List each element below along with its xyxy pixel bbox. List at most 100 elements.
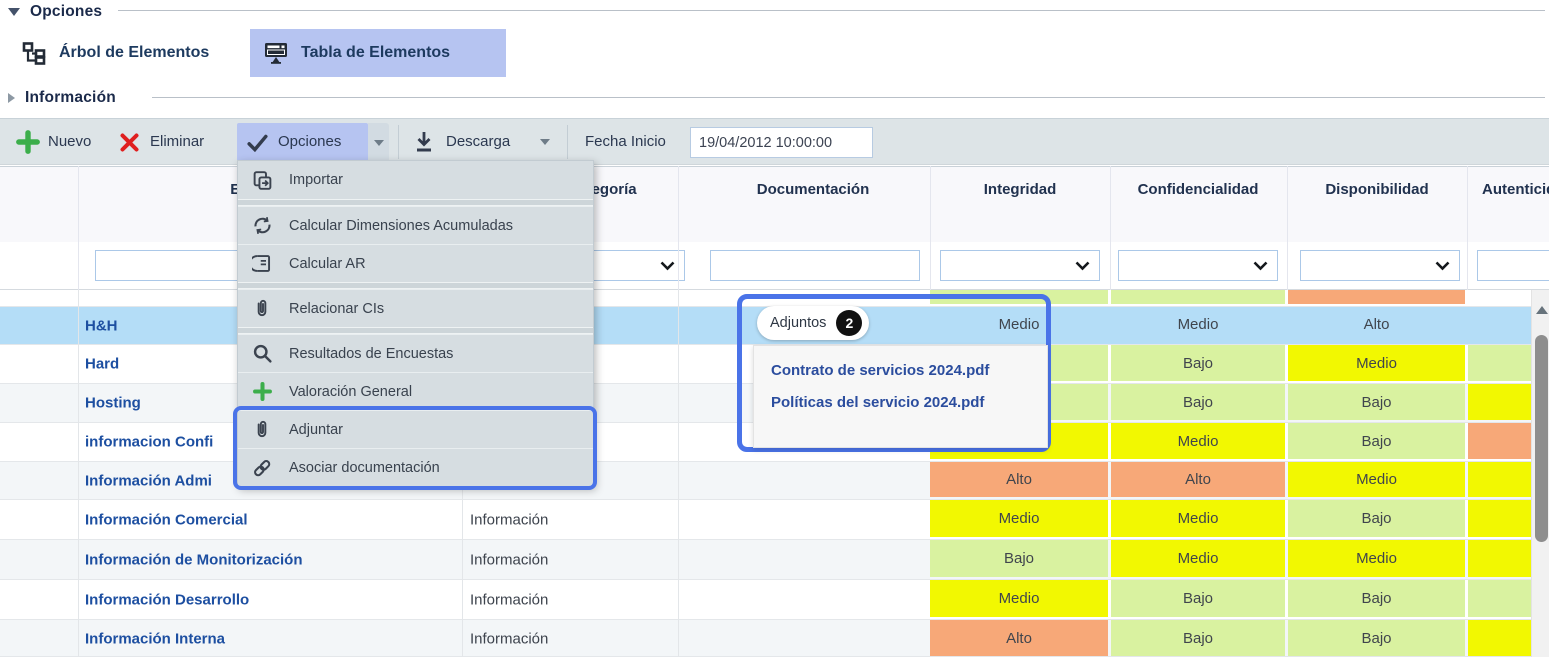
filter-confidencialidad-select[interactable] [1118, 250, 1278, 281]
column-header-documentacion[interactable]: Documentación [757, 181, 870, 198]
tab-arbol-de-elementos[interactable]: Árbol de Elementos [8, 29, 223, 77]
toolbar: Nuevo Eliminar Opciones Descarga Fecha I… [0, 118, 1549, 165]
column-header-autenticidad[interactable]: Autenticidad [1482, 181, 1549, 198]
tab-label: Árbol de Elementos [59, 44, 209, 62]
adjuntos-title: Adjuntos [770, 315, 826, 331]
filter-disponibilidad-select[interactable] [1300, 250, 1460, 281]
element-name[interactable]: Información Admi [85, 472, 212, 489]
element-name[interactable]: Información Desarrollo [85, 591, 249, 608]
scrollbar-thumb[interactable] [1535, 335, 1548, 542]
column-divider [1110, 166, 1111, 290]
opciones-dropdown-arrow[interactable] [368, 123, 389, 162]
column-header-confidencialidad[interactable]: Confidencialidad [1138, 181, 1259, 198]
confidencialidad-cell: Bajo [1111, 384, 1285, 420]
confidencialidad-cell: Bajo [1111, 345, 1285, 381]
disponibilidad-cell [1288, 290, 1465, 304]
element-name[interactable]: Hosting [85, 395, 141, 412]
disponibilidad-cell: Medio [1288, 540, 1465, 577]
menu-item-adjuntar[interactable]: Adjuntar [238, 410, 593, 448]
menu-item-asociar-documentacion[interactable]: Asociar documentación [238, 448, 593, 486]
menu-item-label: Adjuntar [289, 422, 343, 438]
element-name[interactable]: Hard [85, 356, 119, 373]
attachment-link[interactable]: Políticas del servicio 2024.pdf [771, 394, 1047, 411]
table-header: Elemento Categoría Documentación Integri… [0, 166, 1549, 242]
column-header-integridad[interactable]: Integridad [984, 181, 1057, 198]
menu-item-calcular-dimensiones-acumuladas[interactable]: Calcular Dimensiones Acumuladas [238, 206, 593, 244]
confidencialidad-cell: Bajo [1111, 620, 1285, 656]
attachment-link[interactable]: Contrato de servicios 2024.pdf [771, 362, 1047, 379]
collapse-collapsed-icon[interactable] [8, 93, 15, 103]
menu-separator [238, 327, 593, 334]
document-icon [250, 253, 274, 274]
search-icon [250, 343, 274, 364]
column-header-disponibilidad[interactable]: Disponibilidad [1325, 181, 1428, 198]
tab-label: Tabla de Elementos [301, 44, 450, 62]
confidencialidad-cell: Medio [1111, 540, 1285, 577]
disponibilidad-cell: Medio [1288, 345, 1465, 381]
integridad-cell: Medio [930, 580, 1108, 617]
table-row[interactable]: Información Desarrollo Información Medio… [0, 580, 1531, 620]
autenticidad-cell [1468, 620, 1531, 656]
table-row[interactable]: Información Interna Información Alto Baj… [0, 620, 1531, 657]
menu-item-label: Asociar documentación [289, 460, 440, 476]
opciones-button-label: Opciones [278, 133, 341, 150]
menu-item-valoracion-general[interactable]: Valoración General [238, 372, 593, 410]
menu-item-label: Relacionar CIs [289, 301, 384, 317]
categoria-value: Información [470, 591, 548, 608]
disponibilidad-cell: Bajo [1288, 423, 1465, 459]
confidencialidad-cell: Bajo [1111, 580, 1285, 617]
menu-item-relacionar-cis[interactable]: Relacionar CIs [238, 289, 593, 327]
caret-down-icon [374, 140, 384, 146]
nuevo-button[interactable]: Nuevo [48, 133, 91, 150]
chevron-down-icon [1253, 261, 1268, 271]
filter-autenticidad-input[interactable] [1477, 250, 1549, 281]
table-row[interactable]: Información Comercial Información Medio … [0, 500, 1531, 540]
chevron-down-icon [1435, 261, 1450, 271]
fecha-inicio-input[interactable] [690, 127, 873, 158]
sync-icon [250, 215, 274, 236]
integridad-cell: Medio [930, 307, 1108, 342]
confidencialidad-cell [1111, 290, 1285, 304]
chain-link-icon [250, 457, 274, 479]
section-informacion-header: Información [8, 88, 116, 108]
table-row[interactable] [0, 290, 1531, 307]
disponibilidad-cell: Bajo [1288, 580, 1465, 617]
scrollbar-up-arrow-icon[interactable] [1536, 306, 1548, 314]
section-title: Opciones [30, 3, 102, 21]
element-name[interactable]: H&H [85, 317, 118, 334]
column-divider [930, 166, 931, 290]
column-divider [678, 166, 679, 290]
tab-tabla-de-elementos[interactable]: Tabla de Elementos [250, 29, 506, 77]
scrollbar-track[interactable] [1531, 290, 1549, 657]
collapse-expanded-icon[interactable] [8, 8, 20, 16]
opciones-menu-button[interactable]: Opciones [237, 123, 368, 162]
column-divider [1287, 166, 1288, 290]
disponibilidad-cell: Medio [1288, 462, 1465, 497]
caret-down-icon[interactable] [540, 139, 550, 145]
filter-integridad-select[interactable] [940, 250, 1100, 281]
disponibilidad-cell: Bajo [1288, 620, 1465, 656]
section-title: Información [25, 89, 116, 107]
autenticidad-cell [1468, 500, 1531, 537]
integridad-cell: Medio [930, 500, 1108, 537]
element-name[interactable]: Información de Monitorización [85, 551, 303, 568]
autenticidad-cell [1468, 307, 1531, 342]
menu-item-calcular-ar[interactable]: Calcular AR [238, 244, 593, 282]
element-name[interactable]: Información Interna [85, 631, 225, 648]
confidencialidad-cell: Medio [1111, 307, 1285, 342]
eliminar-button[interactable]: Eliminar [150, 133, 204, 150]
table-row[interactable]: Información Admi Alto Alto Medio [0, 462, 1531, 500]
integridad-cell: Bajo [930, 540, 1108, 577]
chevron-down-icon [1075, 261, 1090, 271]
element-name[interactable]: Información Comercial [85, 511, 248, 528]
menu-item-resultados-de-encuestas[interactable]: Resultados de Encuestas [238, 334, 593, 372]
filter-documentacion-input[interactable] [710, 250, 920, 281]
descarga-button[interactable]: Descarga [446, 133, 510, 150]
download-icon [414, 131, 434, 153]
menu-item-importar[interactable]: Importar [238, 161, 593, 199]
autenticidad-cell [1468, 384, 1531, 420]
menu-item-label: Valoración General [289, 384, 412, 400]
monitor-icon [264, 40, 288, 66]
table-row[interactable]: Información de Monitorización Informació… [0, 540, 1531, 580]
element-name[interactable]: informacion Confi [85, 434, 213, 451]
